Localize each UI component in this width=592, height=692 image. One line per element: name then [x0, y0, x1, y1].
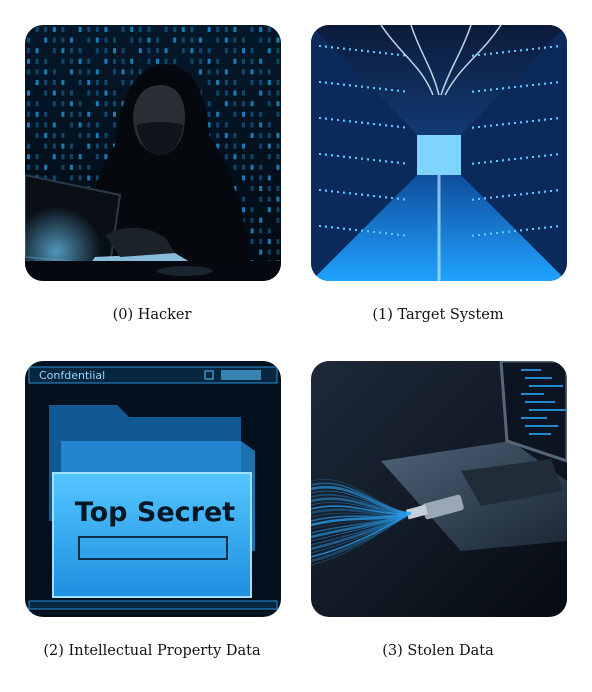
folder-label: Top Secret — [74, 497, 236, 528]
caption-intellectual-property: (2) Intellectual Property Data — [43, 643, 261, 659]
folder-image: Confdentiial Top Secret — [25, 361, 281, 617]
caption-target-system: (1) Target System — [372, 307, 504, 323]
window-title: Confdentiial — [39, 369, 106, 382]
hacker-image — [25, 25, 281, 281]
caption-stolen-data: (3) Stolen Data — [382, 643, 494, 659]
server-room-image — [311, 25, 567, 281]
usb-laptop-image — [311, 361, 567, 617]
caption-hacker: (0) Hacker — [112, 307, 192, 323]
